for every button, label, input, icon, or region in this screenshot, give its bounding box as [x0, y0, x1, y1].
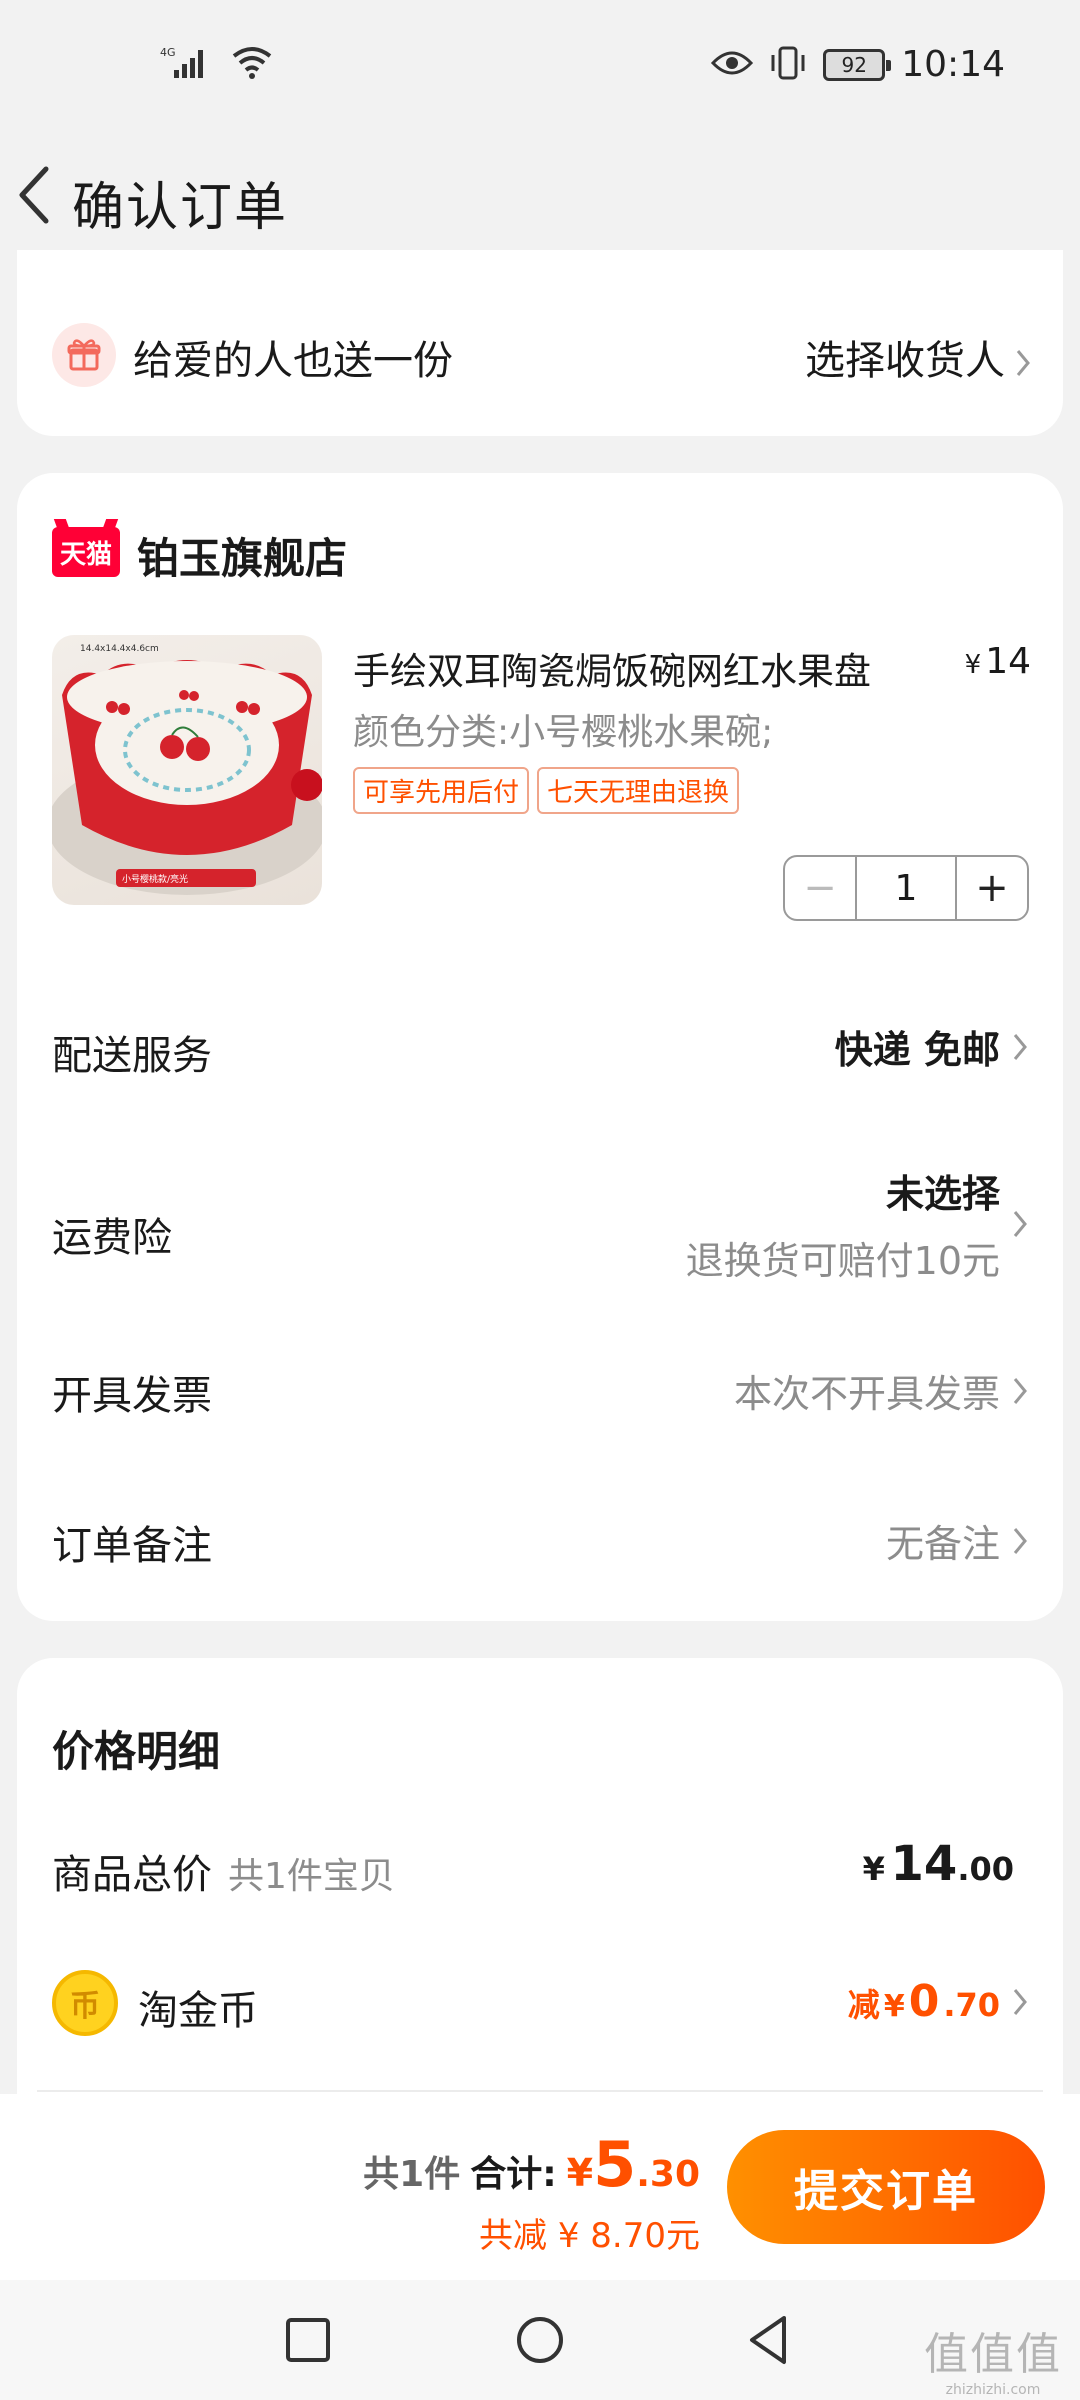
shop-card: 天猫 铂玉旗舰店 14.4x14.4x4.6cm 小号樱桃款/亮光 手绘双耳陶瓷…: [17, 473, 1063, 1621]
remark-value-group: 无备注: [886, 1513, 1028, 1568]
coin-discount-int: 0: [908, 1976, 940, 2027]
status-right: 92 10:14: [711, 44, 1005, 85]
goods-total-label-group: 商品总价 共1件宝贝: [52, 1842, 395, 1900]
coin-discount: 减 ¥ 0.70: [848, 1976, 1000, 2027]
eye-icon: [711, 49, 754, 81]
chevron-right-icon: [1012, 1032, 1028, 1062]
total-amount: ¥ 5.30: [567, 2128, 700, 2201]
goods-total-label: 商品总价: [52, 1852, 212, 1898]
total-yen: ¥: [566, 2151, 594, 2195]
svg-text:小号樱桃款/亮光: 小号樱桃款/亮光: [122, 873, 188, 885]
select-receiver-label: 选择收货人: [805, 338, 1005, 384]
submit-order-button[interactable]: 提交订单: [727, 2130, 1045, 2244]
watermark: 值值值 zhizhizhi.com: [924, 2318, 1062, 2398]
chevron-right-icon: [1012, 1376, 1028, 1406]
coin-discount-dec: .70: [943, 1986, 1000, 2024]
delivery-value: 快递 免邮: [834, 1028, 1000, 1072]
price-detail-title: 价格明细: [52, 1727, 221, 1776]
coin-icon: 币: [52, 1970, 118, 2036]
insurance-note: 退换货可赔付10元: [685, 1239, 1000, 1283]
goods-total-row: 商品总价 共1件宝贝 ¥ 14.00: [52, 1836, 1028, 1906]
total-label: 合计:: [470, 2154, 557, 2195]
quantity-stepper: − 1 +: [783, 855, 1029, 921]
delivery-row[interactable]: 配送服务 快递 免邮: [52, 1013, 1028, 1083]
status-left: 4G: [160, 44, 274, 84]
invoice-row[interactable]: 开具发票 本次不开具发票: [52, 1353, 1028, 1423]
back-icon[interactable]: [14, 163, 54, 227]
product-title[interactable]: 手绘双耳陶瓷焗饭碗网红水果盘: [353, 641, 871, 695]
total-saved: 共减 ¥ 8.70元: [479, 2216, 700, 2256]
delivery-value-group: 快递 免邮: [835, 1019, 1028, 1074]
product-price: ¥14: [965, 641, 1031, 682]
goods-total-yen: ¥: [862, 1850, 885, 1888]
total-dec: .30: [636, 2154, 700, 2195]
remark-label: 订单备注: [52, 1523, 212, 1569]
goods-total-dec: .00: [957, 1850, 1014, 1888]
goods-count: 共1件宝贝: [228, 1856, 395, 1897]
tag-seven-day-return: 七天无理由退换: [537, 767, 740, 814]
chevron-right-icon: [1012, 1526, 1028, 1556]
wifi-icon: [230, 44, 274, 84]
gift-card[interactable]: 给爱的人也送一份 选择收货人: [17, 250, 1063, 436]
insurance-label: 运费险: [52, 1215, 172, 1261]
chevron-right-icon: [1012, 1209, 1028, 1239]
gift-text: 给爱的人也送一份: [133, 338, 453, 384]
insurance-value: 未选择: [885, 1172, 1000, 1216]
home-icon[interactable]: [510, 2310, 570, 2370]
invoice-value-group: 本次不开具发票: [734, 1363, 1028, 1418]
goods-total-amount: ¥ 14.00: [863, 1836, 1014, 1892]
chevron-right-icon: [1012, 1987, 1028, 2017]
system-nav-bar: [0, 2280, 1080, 2400]
remark-row[interactable]: 订单备注 无备注: [52, 1503, 1028, 1573]
increase-quantity-button[interactable]: +: [955, 857, 1027, 919]
divider: [37, 2090, 1043, 2092]
tag-pay-later: 可享先用后付: [353, 767, 530, 814]
back-nav-icon[interactable]: [740, 2310, 800, 2370]
page-title: 确认订单: [72, 178, 289, 238]
gift-icon: [52, 323, 116, 387]
svg-text:14.4x14.4x4.6cm: 14.4x14.4x4.6cm: [80, 644, 159, 654]
product-price-value: 14: [985, 641, 1031, 682]
coin-value-group: 减 ¥ 0.70: [848, 1976, 1028, 2027]
chevron-right-icon: [1015, 342, 1031, 376]
status-bar: 4G 92 10:14: [0, 0, 1080, 135]
invoice-value: 本次不开具发票: [733, 1372, 1000, 1416]
insurance-value-group: 未选择 退换货可赔付10元: [686, 1163, 1028, 1285]
tmall-logo: 天猫: [52, 527, 120, 577]
total-line: 共1件 合计: ¥ 5.30: [363, 2128, 700, 2201]
svg-text:4G: 4G: [160, 46, 176, 59]
signal-icon: 4G: [160, 44, 216, 84]
checkout-bar: 共1件 合计: ¥ 5.30 共减 ¥ 8.70元 提交订单: [0, 2094, 1080, 2280]
header: 确认订单: [0, 135, 1080, 255]
total-count: 共1件: [363, 2154, 461, 2195]
goods-total-int: 14: [890, 1836, 958, 1892]
total-int: 5: [593, 2128, 637, 2201]
shop-name[interactable]: 铂玉旗舰店: [137, 525, 347, 586]
product-tags: 可享先用后付 七天无理由退换: [353, 767, 740, 814]
vibrate-icon: [769, 45, 807, 85]
watermark-url: zhizhizhi.com: [945, 2382, 1041, 2398]
status-time: 10:14: [901, 44, 1005, 85]
coin-row[interactable]: 币 淘金币 减 ¥ 0.70: [52, 1966, 1028, 2046]
product-image[interactable]: 14.4x14.4x4.6cm 小号樱桃款/亮光: [52, 635, 322, 905]
recent-apps-icon[interactable]: [278, 2310, 338, 2370]
insurance-row[interactable]: 运费险 未选择 退换货可赔付10元: [52, 1163, 1028, 1293]
delivery-label: 配送服务: [52, 1033, 212, 1079]
invoice-label: 开具发票: [52, 1373, 212, 1419]
remark-value: 无备注: [885, 1522, 1000, 1566]
quantity-value[interactable]: 1: [857, 857, 955, 919]
coin-discount-prefix: 减: [847, 1986, 880, 2024]
product-price-symbol: ¥: [964, 650, 982, 680]
product-spec: 颜色分类:小号樱桃水果碗;: [353, 712, 774, 753]
select-receiver-button[interactable]: 选择收货人: [805, 328, 1031, 386]
decrease-quantity-button[interactable]: −: [785, 857, 857, 919]
watermark-logo: 值值值: [924, 2329, 1062, 2380]
insurance-stack: 未选择 退换货可赔付10元: [686, 1163, 1000, 1285]
coin-discount-yen: ¥: [883, 1989, 905, 2024]
battery-icon: 92: [823, 48, 892, 81]
coin-label: 淘金币: [138, 1988, 258, 2034]
